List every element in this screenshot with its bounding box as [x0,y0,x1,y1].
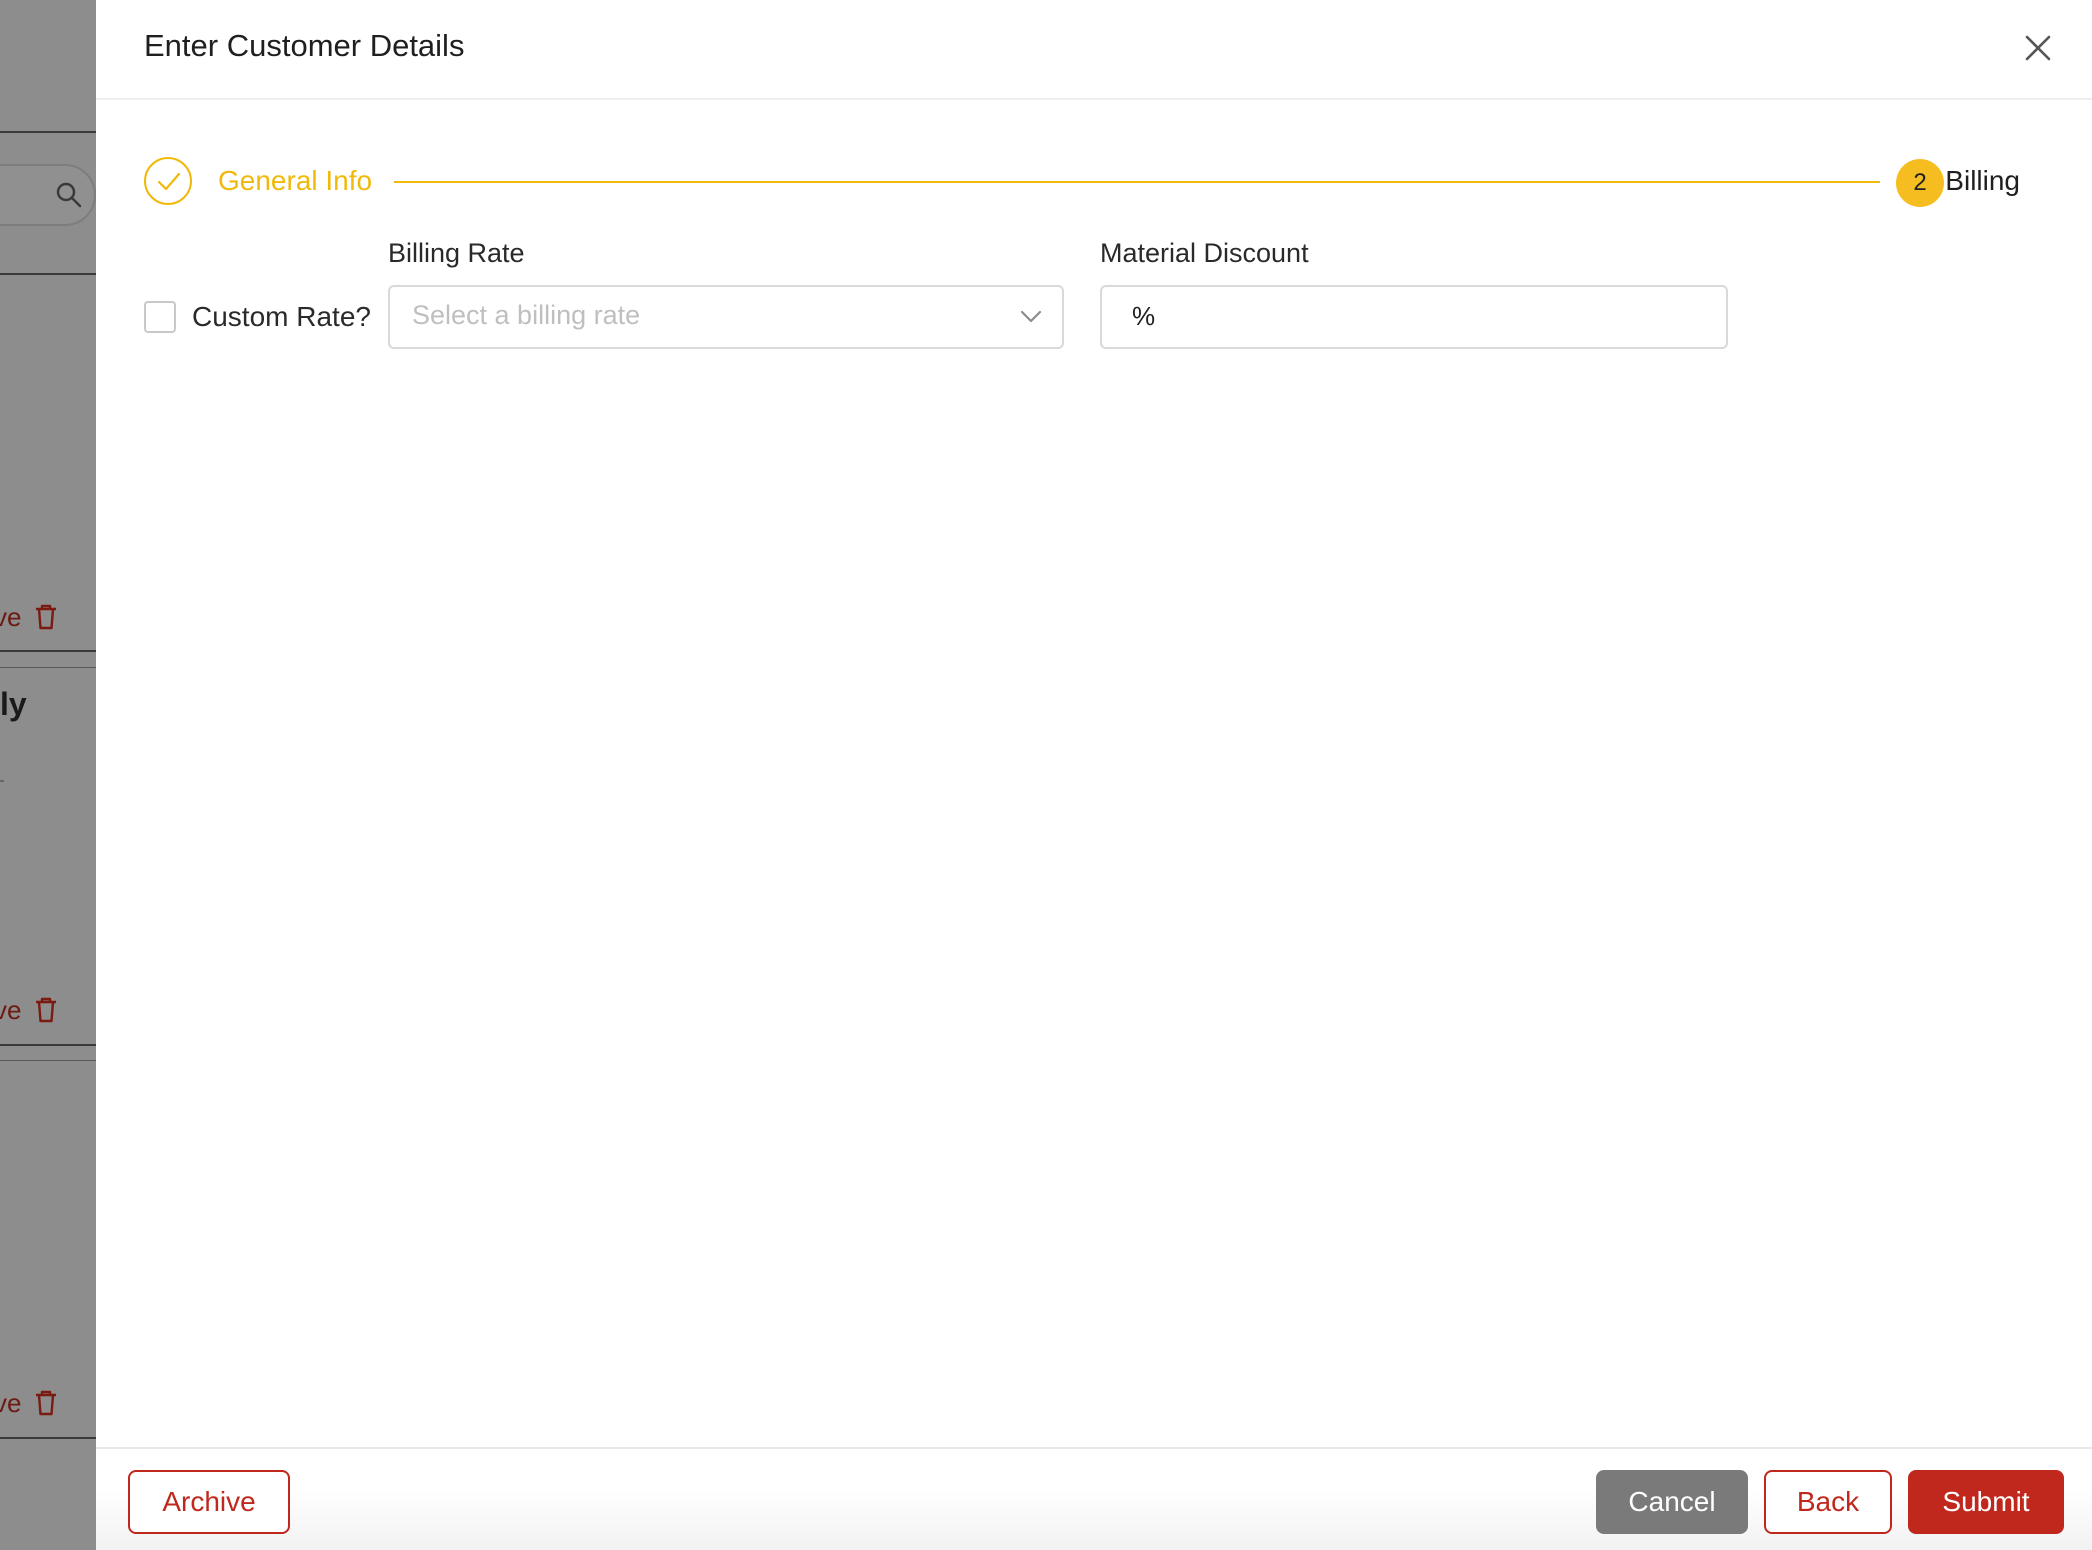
archive-button[interactable]: Archive [128,1470,290,1534]
customer-details-modal: Enter Customer Details General Info 2 Bi… [96,0,2092,1550]
custom-rate-label[interactable]: Custom Rate? [192,301,371,333]
remove-label-fragment: ve [0,1387,22,1418]
back-button[interactable]: Back [1764,1470,1892,1534]
divider [0,131,96,133]
divider [0,667,96,668]
material-discount-label: Material Discount [1100,238,1309,268]
remove-label-fragment: ve [0,601,22,632]
search-icon [56,182,82,208]
divider [0,1044,96,1046]
trash-icon [36,997,57,1023]
background-remove-action: ve [0,600,59,634]
cancel-button[interactable]: Cancel [1596,1470,1748,1534]
billing-rate-select[interactable]: Select a billing rate [388,285,1064,349]
divider [0,1060,96,1061]
billing-rate-label: Billing Rate [388,238,525,268]
divider [0,273,96,275]
check-icon [157,172,181,191]
submit-button[interactable]: Submit [1908,1470,2064,1534]
chevron-down-icon [1020,310,1042,323]
step-billing-number: 2 [1896,159,1944,207]
background-title-fragment: ly [0,686,27,722]
background-remove-action: ve [0,993,59,1027]
step-general-info-indicator[interactable] [144,157,192,205]
steps-progress: General Info 2 Billing [144,157,2044,207]
step-billing-label: Billing [1945,165,2020,196]
percent-prefix: % [1132,301,1156,331]
custom-rate-checkbox[interactable] [144,301,176,333]
step-general-info-label[interactable]: General Info [218,163,372,199]
modal-header: Enter Customer Details [96,0,2092,100]
modal-footer: Archive Cancel Back Submit [96,1447,2092,1550]
decoration [0,780,4,782]
divider [0,650,96,652]
trash-icon [36,1390,57,1416]
material-discount-input[interactable]: % [1100,285,1728,349]
modal-title: Enter Customer Details [144,28,465,63]
remove-label-fragment: ve [0,994,22,1025]
background-remove-action: ve [0,1386,59,1420]
custom-rate-control[interactable]: Custom Rate? [144,300,371,334]
divider [0,1437,96,1439]
billing-rate-placeholder: Select a billing rate [412,300,641,330]
trash-icon [36,604,57,630]
background-page: ve ly ve ve [0,0,96,1550]
step-connector-line [394,181,1880,183]
close-icon[interactable] [2018,28,2058,68]
